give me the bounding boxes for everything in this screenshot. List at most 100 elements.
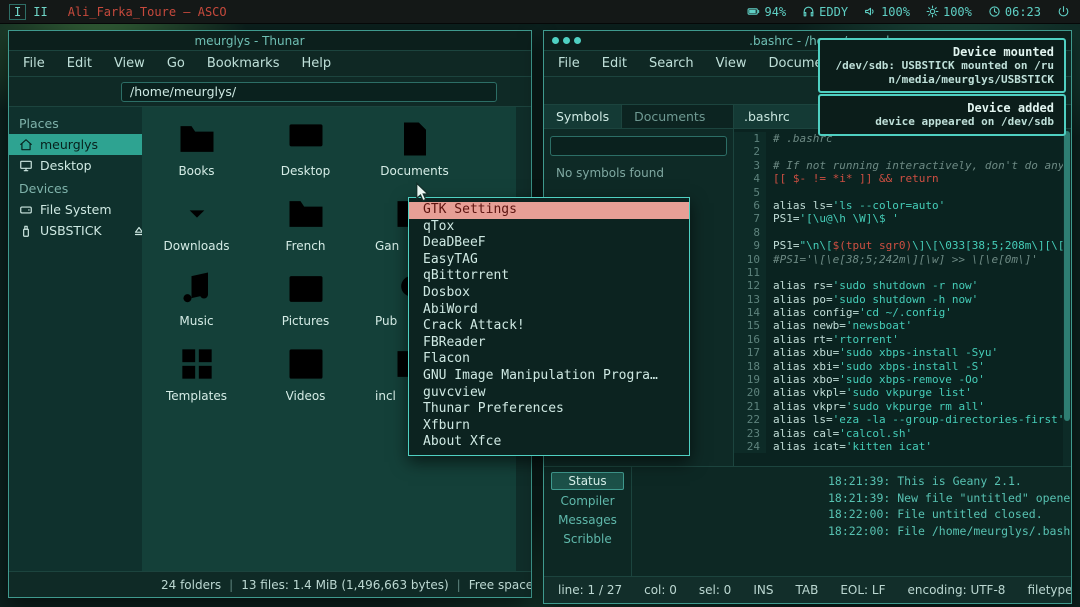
workspace-i[interactable]: I bbox=[10, 5, 25, 19]
statusbar-field: EOL: LF bbox=[840, 583, 885, 597]
sidebar-item-meurglys[interactable]: meurglys bbox=[9, 134, 156, 155]
panel-battery[interactable]: 94% bbox=[747, 5, 786, 19]
menu-item-gtk-settings[interactable]: GTK Settings bbox=[409, 202, 689, 219]
code-line: 7PS1='[\u@\h \W]\$ ' bbox=[734, 212, 1071, 225]
no-symbols-label: No symbols found bbox=[544, 156, 733, 190]
open-button[interactable] bbox=[598, 83, 614, 99]
back-button[interactable] bbox=[17, 83, 35, 101]
path-input[interactable] bbox=[121, 82, 497, 102]
applications-menu: GTK SettingsqToxDeaDBeeFEasyTAGqBittorre… bbox=[408, 197, 690, 456]
panel-brightness[interactable]: 100% bbox=[926, 5, 972, 19]
file-templates[interactable]: Templates bbox=[142, 342, 251, 417]
workspace-ii[interactable]: II bbox=[29, 5, 51, 19]
home-button[interactable] bbox=[95, 83, 113, 101]
folder-icon bbox=[284, 192, 328, 236]
menu-item-xfburn[interactable]: Xfburn bbox=[409, 418, 689, 435]
menu-view[interactable]: View bbox=[716, 56, 747, 71]
menu-view[interactable]: View bbox=[114, 56, 145, 71]
menu-item-qtox[interactable]: qTox bbox=[409, 219, 689, 236]
sidebar-item-file-system[interactable]: File System bbox=[9, 199, 156, 220]
menu-item-abiword[interactable]: AbiWord bbox=[409, 302, 689, 319]
menu-item-fbreader[interactable]: FBReader bbox=[409, 335, 689, 352]
save-button[interactable] bbox=[642, 83, 658, 99]
menu-go[interactable]: Go bbox=[167, 56, 185, 71]
file-books[interactable]: Books bbox=[142, 117, 251, 192]
code-line: 5 bbox=[734, 186, 1071, 199]
menu-item-gnu-image-manipulation-progra[interactable]: GNU Image Manipulation Progra… bbox=[409, 368, 689, 385]
now-playing-title[interactable]: Ali_Farka_Toure — ASCO bbox=[68, 5, 227, 19]
file-french[interactable]: French bbox=[251, 192, 360, 267]
file-pictures[interactable]: Pictures bbox=[251, 267, 360, 342]
panel-tab-scribble[interactable]: Scribble bbox=[551, 531, 624, 547]
code-text bbox=[766, 186, 773, 199]
tab-bashrc[interactable]: .bashrc bbox=[734, 105, 818, 128]
open-dropdown[interactable] bbox=[620, 86, 630, 96]
save-all-button[interactable] bbox=[670, 83, 686, 99]
sidebar-tab-symbols[interactable]: Symbols bbox=[544, 105, 622, 128]
revert-button[interactable] bbox=[698, 83, 714, 99]
menu-item-thunar-preferences[interactable]: Thunar Preferences bbox=[409, 401, 689, 418]
file-documents[interactable]: Documents bbox=[360, 117, 469, 192]
sidebar-item-usbstick[interactable]: USBSTICK bbox=[9, 220, 156, 241]
notification[interactable]: Device addeddevice appeared on /dev/sdb bbox=[818, 94, 1066, 136]
close-tab-icon[interactable] bbox=[798, 112, 808, 122]
tab-label: .bashrc bbox=[744, 109, 790, 124]
panel-power[interactable] bbox=[1057, 5, 1070, 18]
close-file-button[interactable] bbox=[726, 83, 742, 99]
menu-edit[interactable]: Edit bbox=[602, 56, 627, 71]
thunar-statusbar: 24 folders|13 files: 1.4 MiB (1,496,663 … bbox=[9, 571, 531, 597]
code-line: 11 bbox=[734, 266, 1071, 279]
menu-item-about-xfce[interactable]: About Xfce bbox=[409, 434, 689, 451]
code-text: alias vkpr='sudo vkpurge rm all' bbox=[766, 400, 985, 413]
top-panel: III Ali_Farka_Toure — ASCO 94%EDDY100%10… bbox=[0, 0, 1080, 24]
notification-title: Device mounted bbox=[830, 45, 1054, 59]
symbols-search-input[interactable] bbox=[571, 139, 706, 153]
menu-help[interactable]: Help bbox=[301, 56, 331, 71]
menu-file[interactable]: File bbox=[558, 56, 580, 71]
file-downloads[interactable]: Downloads bbox=[142, 192, 251, 267]
panel-tab-status[interactable]: Status bbox=[551, 472, 624, 490]
search-icon[interactable] bbox=[505, 83, 523, 101]
new-file-dropdown[interactable] bbox=[576, 86, 586, 96]
menu-file[interactable]: File bbox=[23, 56, 45, 71]
minimize-button[interactable] bbox=[470, 35, 481, 46]
line-number: 2 bbox=[734, 145, 766, 158]
new-file-button[interactable] bbox=[554, 83, 570, 99]
close-button[interactable] bbox=[512, 35, 523, 46]
editor-scrollbar[interactable] bbox=[1063, 129, 1071, 466]
menu-item-dosbox[interactable]: Dosbox bbox=[409, 285, 689, 302]
file-videos[interactable]: Videos bbox=[251, 342, 360, 417]
file-desktop[interactable]: Desktop bbox=[251, 117, 360, 192]
notification[interactable]: Device mounted/dev/sdb: USBSTICK mounted… bbox=[818, 38, 1066, 93]
panel-headphones[interactable]: EDDY bbox=[802, 5, 848, 19]
maximize-button[interactable] bbox=[491, 35, 502, 46]
thunar-titlebar[interactable]: meurglys - Thunar bbox=[9, 31, 531, 51]
panel-clock-value: 06:23 bbox=[1005, 5, 1041, 19]
sidebar-tab-documents[interactable]: Documents bbox=[622, 105, 717, 128]
menu-search[interactable]: Search bbox=[649, 56, 694, 71]
menu-bookmarks[interactable]: Bookmarks bbox=[207, 56, 280, 71]
code-text: alias newb='newsboat' bbox=[766, 319, 912, 332]
menu-item-deadbeef[interactable]: DeaDBeeF bbox=[409, 235, 689, 252]
menu-item-easytag[interactable]: EasyTAG bbox=[409, 252, 689, 269]
menu-edit[interactable]: Edit bbox=[67, 56, 92, 71]
home-icon bbox=[19, 138, 33, 152]
code-line: 9PS1="\n\[$(tput sgr0)\]\[\033[38;5;208m… bbox=[734, 239, 1071, 252]
up-button[interactable] bbox=[69, 83, 87, 101]
code-line: 21alias vkpr='sudo vkpurge rm all' bbox=[734, 400, 1071, 413]
forward-button[interactable] bbox=[43, 83, 61, 101]
menu-item-crack-attack[interactable]: Crack Attack! bbox=[409, 318, 689, 335]
menu-item-flacon[interactable]: Flacon bbox=[409, 351, 689, 368]
panel-tab-messages[interactable]: Messages bbox=[551, 512, 624, 528]
panel-volume[interactable]: 100% bbox=[864, 5, 910, 19]
window-buttons[interactable] bbox=[552, 37, 581, 44]
thunar-menubar: File Edit View Go Bookmarks Help bbox=[9, 51, 531, 77]
code-view[interactable]: 1# .bashrc23# If not running interactive… bbox=[734, 129, 1071, 466]
sidebar-item-desktop[interactable]: Desktop bbox=[9, 155, 156, 176]
panel-tab-compiler[interactable]: Compiler bbox=[551, 493, 624, 509]
menu-item-qbittorrent[interactable]: qBittorrent bbox=[409, 268, 689, 285]
panel-clock[interactable]: 06:23 bbox=[988, 5, 1041, 19]
menu-item-guvcview[interactable]: guvcview bbox=[409, 385, 689, 402]
file-music[interactable]: Music bbox=[142, 267, 251, 342]
clear-search-icon[interactable] bbox=[710, 140, 722, 152]
